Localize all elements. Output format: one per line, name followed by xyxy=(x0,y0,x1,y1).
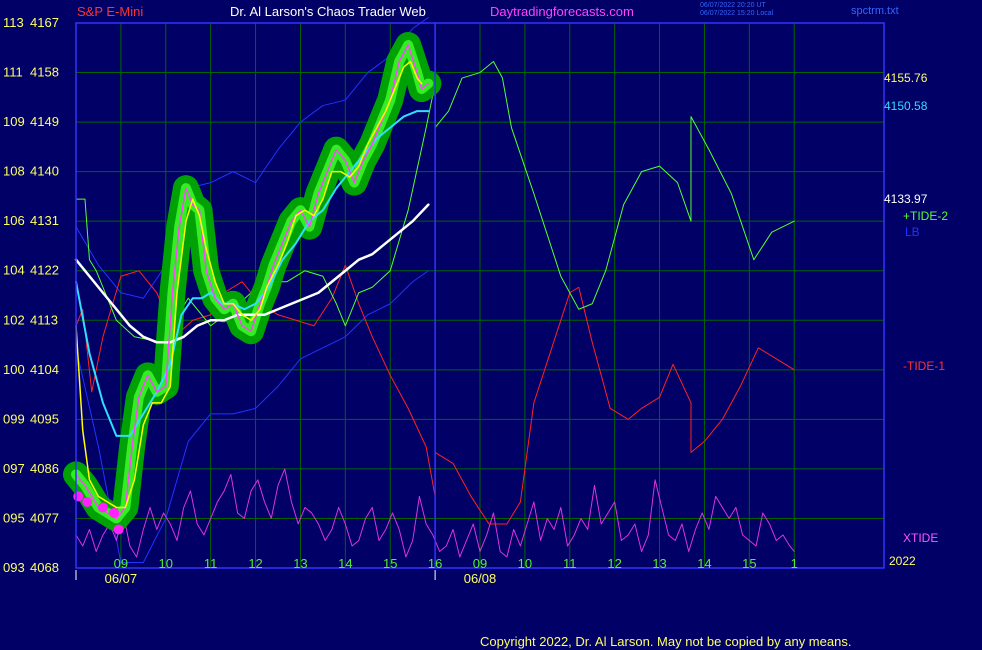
extreme-marker xyxy=(73,491,84,502)
y-tick-left-label: 106 xyxy=(3,213,25,228)
x-hour-label: 13 xyxy=(293,556,307,571)
y-tick-right-label: 4167 xyxy=(30,15,59,30)
x-date-label: 06/07 xyxy=(105,571,138,586)
site-title: Dr. Al Larson's Chaos Trader Web xyxy=(230,4,426,19)
y-tick-right-label: 4095 xyxy=(30,411,59,426)
x-hour-label: 15 xyxy=(383,556,397,571)
x-hour-label: 11 xyxy=(563,556,577,571)
x-hour-label: 09 xyxy=(114,556,128,571)
y-tick-left-label: 095 xyxy=(3,510,25,525)
extreme-marker xyxy=(109,507,120,518)
y-tick-right-label: 4104 xyxy=(30,362,59,377)
timestamp-ut: 06/07/2022 20:20 UT xyxy=(700,2,766,9)
grid xyxy=(76,22,884,569)
y-tick-left-label: 109 xyxy=(3,114,25,129)
y-tick-right-label: 4131 xyxy=(30,213,59,228)
y-tick-right-label: 4122 xyxy=(30,263,59,278)
y-tick-left-label: 100 xyxy=(3,362,25,377)
y-tick-left-label: 104 xyxy=(3,263,25,278)
y-tick-left-label: 093 xyxy=(3,560,25,575)
instrument-title: S&P E-Mini xyxy=(77,4,144,19)
y-tick-left-label: 102 xyxy=(3,312,25,327)
x-hour-label: 11 xyxy=(204,556,218,571)
chart-svg: 113 4167111 4158109 4149108 4140106 4131104 41… xyxy=(3,15,885,586)
y-tick-left-label: 097 xyxy=(3,461,25,476)
x-hour-label: 12 xyxy=(248,556,262,571)
x-hour-label: 15 xyxy=(742,556,756,571)
x-hour-label: 10 xyxy=(518,556,532,571)
copyright-text: Copyright 2022, Dr. Al Larson. May not b… xyxy=(480,634,852,649)
extreme-marker xyxy=(113,524,124,535)
price-last-value: 4155.76 xyxy=(884,71,928,85)
y-tick-left-label: 108 xyxy=(3,164,25,179)
white-ma-value: 4133.97 xyxy=(884,192,928,206)
extreme-marker xyxy=(97,502,108,513)
x-hour-label: 16 xyxy=(428,556,442,571)
file-name: spctrm.txt xyxy=(851,5,899,17)
extreme-marker xyxy=(82,496,93,507)
cyan-ma-value: 4150.58 xyxy=(884,99,928,113)
x-date-label: 06/08 xyxy=(464,571,497,586)
y-tick-right-label: 4086 xyxy=(30,461,59,476)
x-hour-label: 1 xyxy=(791,556,798,571)
y-tick-left-label: 111 xyxy=(3,65,23,80)
xtide-label: XTIDE xyxy=(903,531,939,545)
y-tick-right-label: 4149 xyxy=(30,114,59,129)
y-tick-right-label: 4077 xyxy=(30,510,59,525)
tide2-label: +TIDE-2 xyxy=(903,209,949,223)
x-hour-label: 12 xyxy=(607,556,621,571)
tide1-label: -TIDE-1 xyxy=(903,359,945,373)
y-tick-right-label: 4140 xyxy=(30,164,59,179)
y-tick-left-label: 113 xyxy=(3,15,24,30)
x-hour-label: 13 xyxy=(652,556,666,571)
lb-label: LB xyxy=(905,225,920,239)
y-tick-left-label: 099 xyxy=(3,411,25,426)
x-hour-label: 14 xyxy=(697,556,711,571)
y-tick-right-label: 4158 xyxy=(30,65,59,80)
y-tick-right-label: 4113 xyxy=(30,312,58,327)
x-hour-label: 09 xyxy=(473,556,487,571)
x-hour-label: 14 xyxy=(338,556,352,571)
x-hour-label: 10 xyxy=(159,556,173,571)
timestamp-local: 06/07/2022 15:20 Local xyxy=(700,10,774,17)
year-label: 2022 xyxy=(889,554,916,568)
website-link[interactable]: Daytradingforecasts.com xyxy=(490,4,634,19)
y-tick-right-label: 4068 xyxy=(30,560,59,575)
